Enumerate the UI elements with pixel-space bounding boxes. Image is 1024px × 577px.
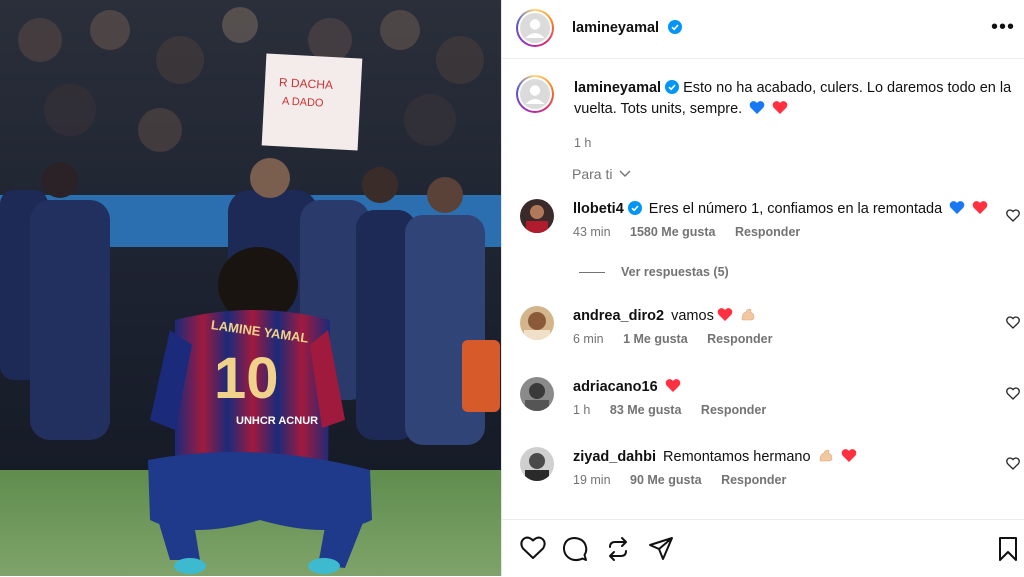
share-send-icon[interactable] xyxy=(648,536,674,562)
blue-heart-icon xyxy=(749,101,765,114)
red-heart-icon xyxy=(772,101,788,114)
post-details-panel: lamineyamal ••• lamineyamal Esto no ha a… xyxy=(501,0,1024,576)
caption-author-avatar[interactable] xyxy=(516,75,554,113)
commenter-username[interactable]: andrea_diro2 xyxy=(573,308,664,324)
flexed-biceps-icon xyxy=(819,449,832,462)
more-options-button[interactable]: ••• xyxy=(991,17,1015,37)
comment-item: andrea_diro2 vamos 6 min 1 Me gusta Resp… xyxy=(520,306,1020,356)
comment-likes[interactable]: 1 Me gusta xyxy=(623,332,688,346)
reply-button[interactable]: Responder xyxy=(701,403,766,417)
like-comment-heart-icon[interactable] xyxy=(1006,316,1020,329)
like-comment-heart-icon[interactable] xyxy=(1006,209,1020,222)
comment-text: Eres el número 1, confiamos en la remont… xyxy=(648,201,943,217)
default-avatar-icon xyxy=(520,13,550,43)
comment-item: ziyad_dahbi Remontamos hermano 19 min 90… xyxy=(520,447,1020,497)
comment-sort-label: Para ti xyxy=(572,166,613,182)
caption-time: 1 h xyxy=(574,136,592,150)
save-bookmark-icon[interactable] xyxy=(998,536,1018,562)
chevron-down-icon xyxy=(619,170,631,177)
verified-badge-icon xyxy=(665,80,680,94)
comment-likes[interactable]: 83 Me gusta xyxy=(610,403,682,417)
reply-button[interactable]: Responder xyxy=(735,225,800,239)
comment-time: 43 min xyxy=(573,225,611,239)
commenter-username[interactable]: adriacano16 xyxy=(573,379,658,395)
view-replies-label: Ver respuestas (5) xyxy=(621,265,729,279)
comment-text: Remontamos hermano xyxy=(663,449,811,465)
comment-item: llobeti4 Eres el número 1, confiamos en … xyxy=(520,199,1020,255)
comment-likes[interactable]: 1580 Me gusta xyxy=(630,225,715,239)
blue-heart-icon xyxy=(949,201,965,214)
post-header: lamineyamal ••• xyxy=(502,0,1024,59)
commenter-avatar[interactable] xyxy=(520,199,554,233)
replies-divider-line xyxy=(579,272,605,274)
svg-text:R DACHA: R DACHA xyxy=(279,75,334,92)
post-image: R DACHA A DADO LAMINE YAMAL 10 UNHCR ACN… xyxy=(0,0,501,576)
caption: lamineyamal Esto no ha acabado, culers. … xyxy=(574,78,1014,154)
comment-likes[interactable]: 90 Me gusta xyxy=(630,473,702,487)
commenter-avatar[interactable] xyxy=(520,306,554,340)
like-comment-heart-icon[interactable] xyxy=(1006,387,1020,400)
commenter-username[interactable]: llobeti4 xyxy=(573,201,624,217)
like-heart-icon[interactable] xyxy=(520,536,546,560)
red-heart-icon xyxy=(841,449,856,462)
commenter-username[interactable]: ziyad_dahbi xyxy=(573,449,656,465)
comment-item: adriacano16 1 h 83 Me gusta Responder xyxy=(520,377,1020,427)
comment-time: 6 min xyxy=(573,332,604,346)
comment-bubble-icon[interactable] xyxy=(562,536,588,562)
author-avatar[interactable] xyxy=(516,9,554,47)
post-action-bar xyxy=(502,519,1024,577)
comment-time: 19 min xyxy=(573,473,611,487)
author-username[interactable]: lamineyamal xyxy=(572,20,659,36)
comment-sort-dropdown[interactable]: Para ti xyxy=(572,166,631,182)
jersey-number: 10 xyxy=(214,346,279,411)
comment-text: vamos xyxy=(671,308,714,324)
caption-username[interactable]: lamineyamal xyxy=(574,80,661,96)
like-comment-heart-icon[interactable] xyxy=(1006,457,1020,470)
verified-badge-icon xyxy=(667,20,682,34)
comment-time: 1 h xyxy=(573,403,591,417)
reply-button[interactable]: Responder xyxy=(707,332,772,346)
post-photo[interactable]: R DACHA A DADO LAMINE YAMAL 10 UNHCR ACN… xyxy=(0,0,501,576)
svg-text:A DADO: A DADO xyxy=(282,95,325,109)
commenter-avatar[interactable] xyxy=(520,377,554,411)
default-avatar-icon xyxy=(520,79,550,109)
red-heart-icon xyxy=(717,308,733,321)
flexed-biceps-icon xyxy=(741,308,755,321)
commenter-avatar[interactable] xyxy=(520,447,554,481)
jersey-sponsor: UNHCR ACNUR xyxy=(236,415,318,427)
view-replies-button[interactable]: Ver respuestas (5) xyxy=(579,265,729,279)
red-heart-icon xyxy=(972,201,988,214)
verified-badge-icon xyxy=(627,201,642,215)
reply-button[interactable]: Responder xyxy=(721,473,786,487)
red-heart-icon xyxy=(665,379,680,392)
repost-icon[interactable] xyxy=(605,536,631,562)
